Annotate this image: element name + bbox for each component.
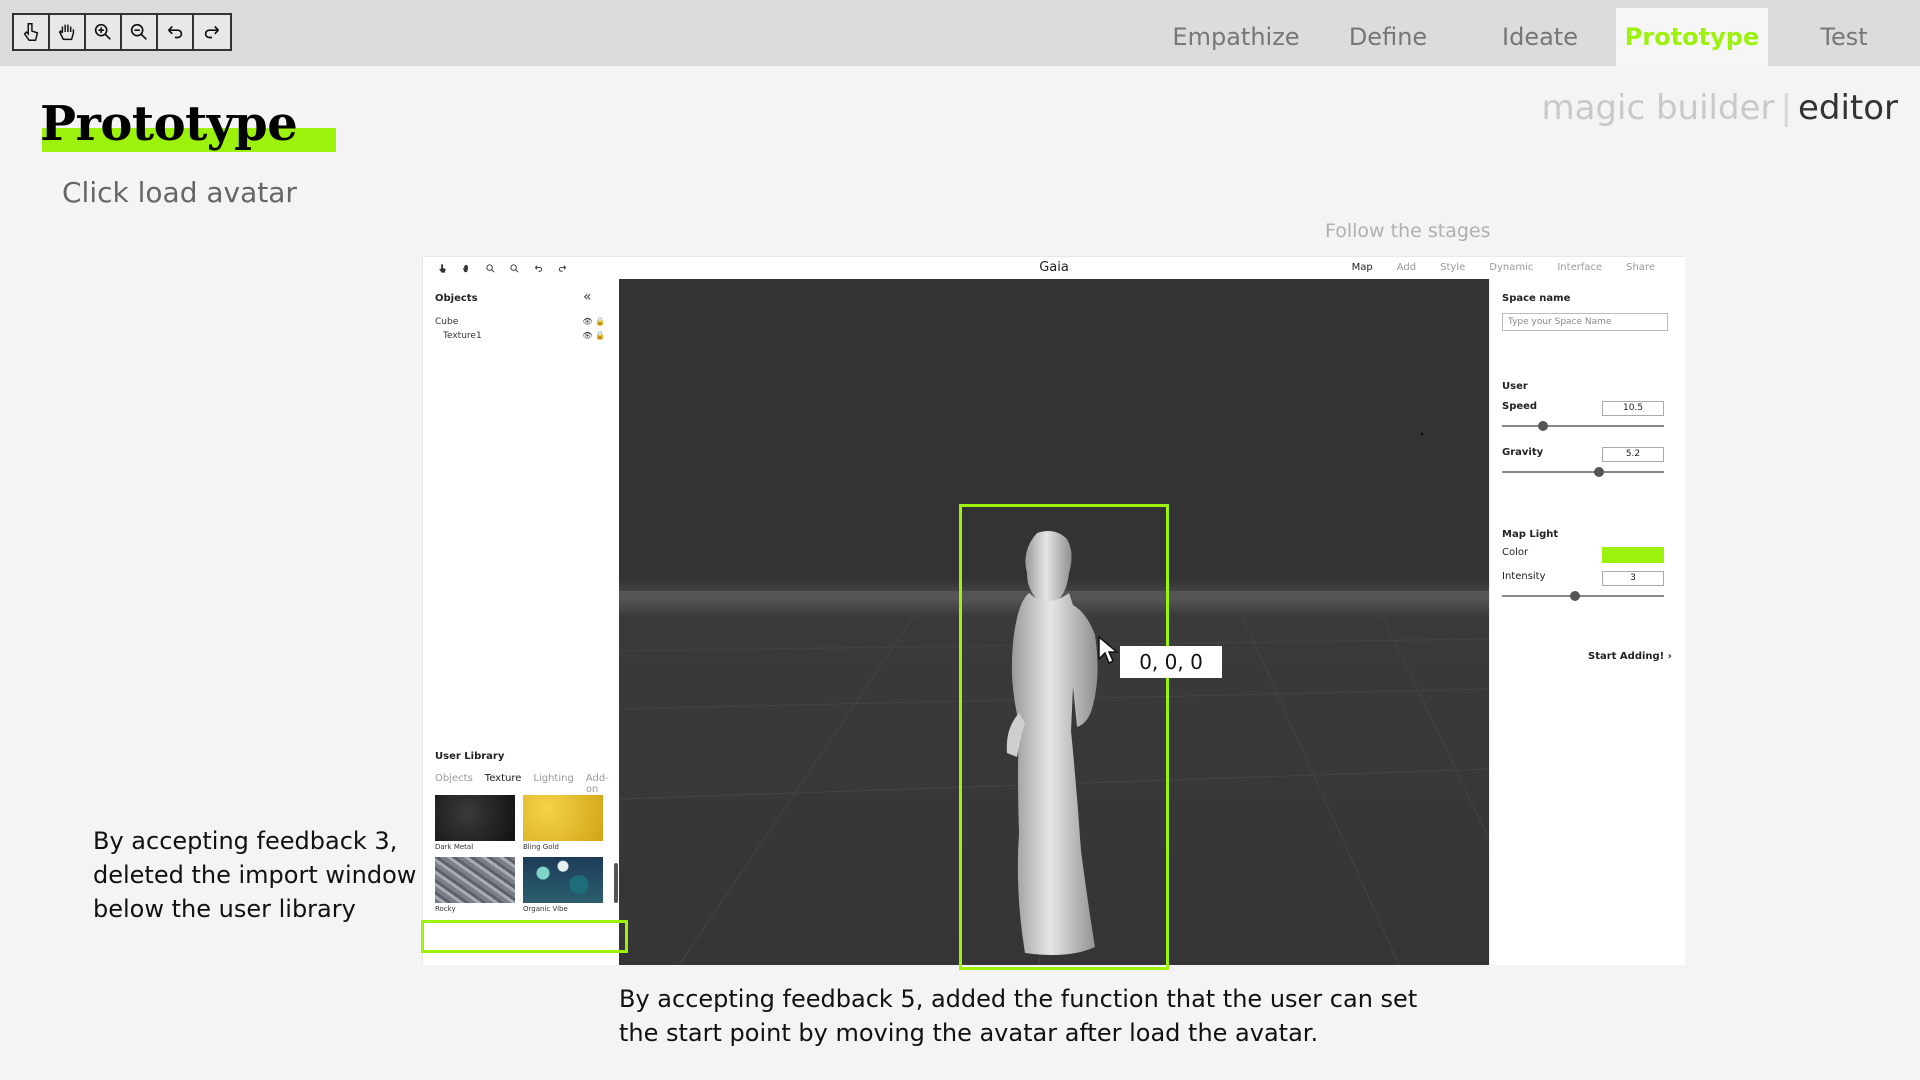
- texture-label: Dark Metal: [435, 843, 474, 851]
- removed-import-highlight-box: [421, 920, 628, 953]
- pointer-tool-button[interactable]: [14, 15, 50, 49]
- app-nav-interface[interactable]: Interface: [1557, 262, 1602, 273]
- intensity-label: Intensity: [1502, 571, 1546, 582]
- app-toolbar: Gaia Map Add Style Dynamic Interface Sha…: [423, 257, 1685, 279]
- texture-label: Rocky: [435, 905, 456, 913]
- texture-thumb-rocky[interactable]: [435, 857, 515, 903]
- gravity-slider[interactable]: [1502, 467, 1664, 477]
- texture-thumb-dark-metal[interactable]: [435, 795, 515, 841]
- texture-label: Bling Gold: [523, 843, 559, 851]
- top-bar: Empathize Define Ideate Prototype Test: [0, 0, 1920, 66]
- light-color-swatch[interactable]: [1602, 547, 1664, 563]
- user-section-label: User: [1502, 381, 1528, 392]
- intensity-slider[interactable]: [1502, 591, 1664, 601]
- tab-test[interactable]: Test: [1768, 8, 1920, 66]
- map-light-label: Map Light: [1502, 529, 1559, 540]
- app-nav-map[interactable]: Map: [1352, 262, 1373, 273]
- app-nav-add[interactable]: Add: [1397, 262, 1416, 273]
- start-adding-label: Start Adding!: [1588, 651, 1665, 662]
- pointer-icon: [23, 23, 39, 41]
- intensity-value-field[interactable]: 3: [1602, 571, 1664, 586]
- page-subtitle: Click load avatar: [62, 176, 297, 209]
- space-name-input[interactable]: Type your Space Name: [1502, 313, 1668, 331]
- mode-separator: |: [1780, 88, 1792, 128]
- library-tab-texture[interactable]: Texture: [485, 773, 522, 795]
- gravity-label: Gravity: [1502, 447, 1544, 458]
- page-title: Prototype: [40, 96, 298, 152]
- speed-slider[interactable]: [1502, 421, 1664, 431]
- avatar-highlight-box: [959, 504, 1169, 970]
- texture-thumb-bling-gold[interactable]: [523, 795, 603, 841]
- feedback-note-left: By accepting feedback 3, deleted the imp…: [93, 827, 417, 923]
- collapse-panel-button[interactable]: «: [583, 289, 592, 305]
- library-scrollbar[interactable]: [614, 863, 618, 903]
- visibility-lock-icons[interactable]: 👁 🔒: [582, 317, 605, 326]
- tool-group: [12, 13, 232, 51]
- app-nav: Map Add Style Dynamic Interface Share: [1352, 262, 1655, 273]
- redo-button[interactable]: [194, 15, 230, 49]
- editor-link[interactable]: editor: [1798, 88, 1898, 128]
- library-tab-lighting[interactable]: Lighting: [533, 773, 573, 795]
- tab-define[interactable]: Define: [1312, 8, 1464, 66]
- zoom-out-button[interactable]: [122, 15, 158, 49]
- app-nav-dynamic[interactable]: Dynamic: [1489, 262, 1533, 273]
- speed-slider-knob[interactable]: [1537, 421, 1548, 431]
- user-library-tabs: Objects Texture Lighting Add-on: [435, 773, 619, 795]
- color-label: Color: [1502, 547, 1529, 558]
- start-adding-button[interactable]: Start Adding! ›: [1588, 651, 1672, 662]
- speed-label: Speed: [1502, 401, 1538, 412]
- app-nav-style[interactable]: Style: [1440, 262, 1465, 273]
- follow-stages-label: Follow the stages: [1325, 220, 1491, 242]
- library-tab-objects[interactable]: Objects: [435, 773, 473, 795]
- texture-thumb-organic-vibe[interactable]: [523, 857, 603, 903]
- objects-panel-title: Objects: [435, 293, 478, 304]
- object-item[interactable]: Texture1 👁 🔒: [435, 331, 605, 341]
- chevron-right-icon: ›: [1667, 651, 1672, 662]
- texture-label: Organic Vibe: [523, 905, 568, 913]
- properties-panel: Space name Type your Space Name User Spe…: [1489, 279, 1685, 965]
- zoom-in-button[interactable]: [86, 15, 122, 49]
- stage-tabs: Empathize Define Ideate Prototype Test: [1160, 8, 1920, 66]
- tab-empathize[interactable]: Empathize: [1160, 8, 1312, 66]
- zoom-out-icon: [130, 23, 147, 40]
- space-name-label: Space name: [1502, 293, 1571, 304]
- speed-value-field[interactable]: 10.5: [1602, 401, 1664, 416]
- undo-button[interactable]: [158, 15, 194, 49]
- tab-ideate[interactable]: Ideate: [1464, 8, 1616, 66]
- redo-icon: [204, 25, 220, 39]
- gravity-value-field[interactable]: 5.2: [1602, 447, 1664, 462]
- visibility-lock-icons[interactable]: 👁 🔒: [582, 331, 605, 340]
- tab-prototype[interactable]: Prototype: [1616, 8, 1768, 66]
- library-tab-addon[interactable]: Add-on: [586, 773, 619, 795]
- magic-builder-link[interactable]: magic builder: [1541, 88, 1774, 128]
- gravity-slider-knob[interactable]: [1594, 467, 1605, 477]
- hand-tool-button[interactable]: [50, 15, 86, 49]
- feedback-note-bottom: By accepting feedback 5, added the funct…: [619, 985, 1418, 1047]
- object-item[interactable]: Cube 👁 🔒: [435, 317, 605, 327]
- mode-switch: magic builder | editor: [1541, 88, 1898, 128]
- user-library-title: User Library: [435, 751, 505, 762]
- zoom-in-icon: [94, 23, 111, 40]
- coordinate-readout: 0, 0, 0: [1120, 646, 1222, 678]
- object-item-label: Texture1: [443, 331, 482, 341]
- intensity-slider-knob[interactable]: [1569, 591, 1580, 601]
- hand-icon: [58, 24, 75, 41]
- undo-icon: [167, 25, 183, 39]
- object-item-label: Cube: [435, 317, 459, 327]
- app-nav-share[interactable]: Share: [1626, 262, 1655, 273]
- objects-panel: Objects « Cube 👁 🔒 Texture1 👁 🔒 User Lib…: [423, 279, 619, 965]
